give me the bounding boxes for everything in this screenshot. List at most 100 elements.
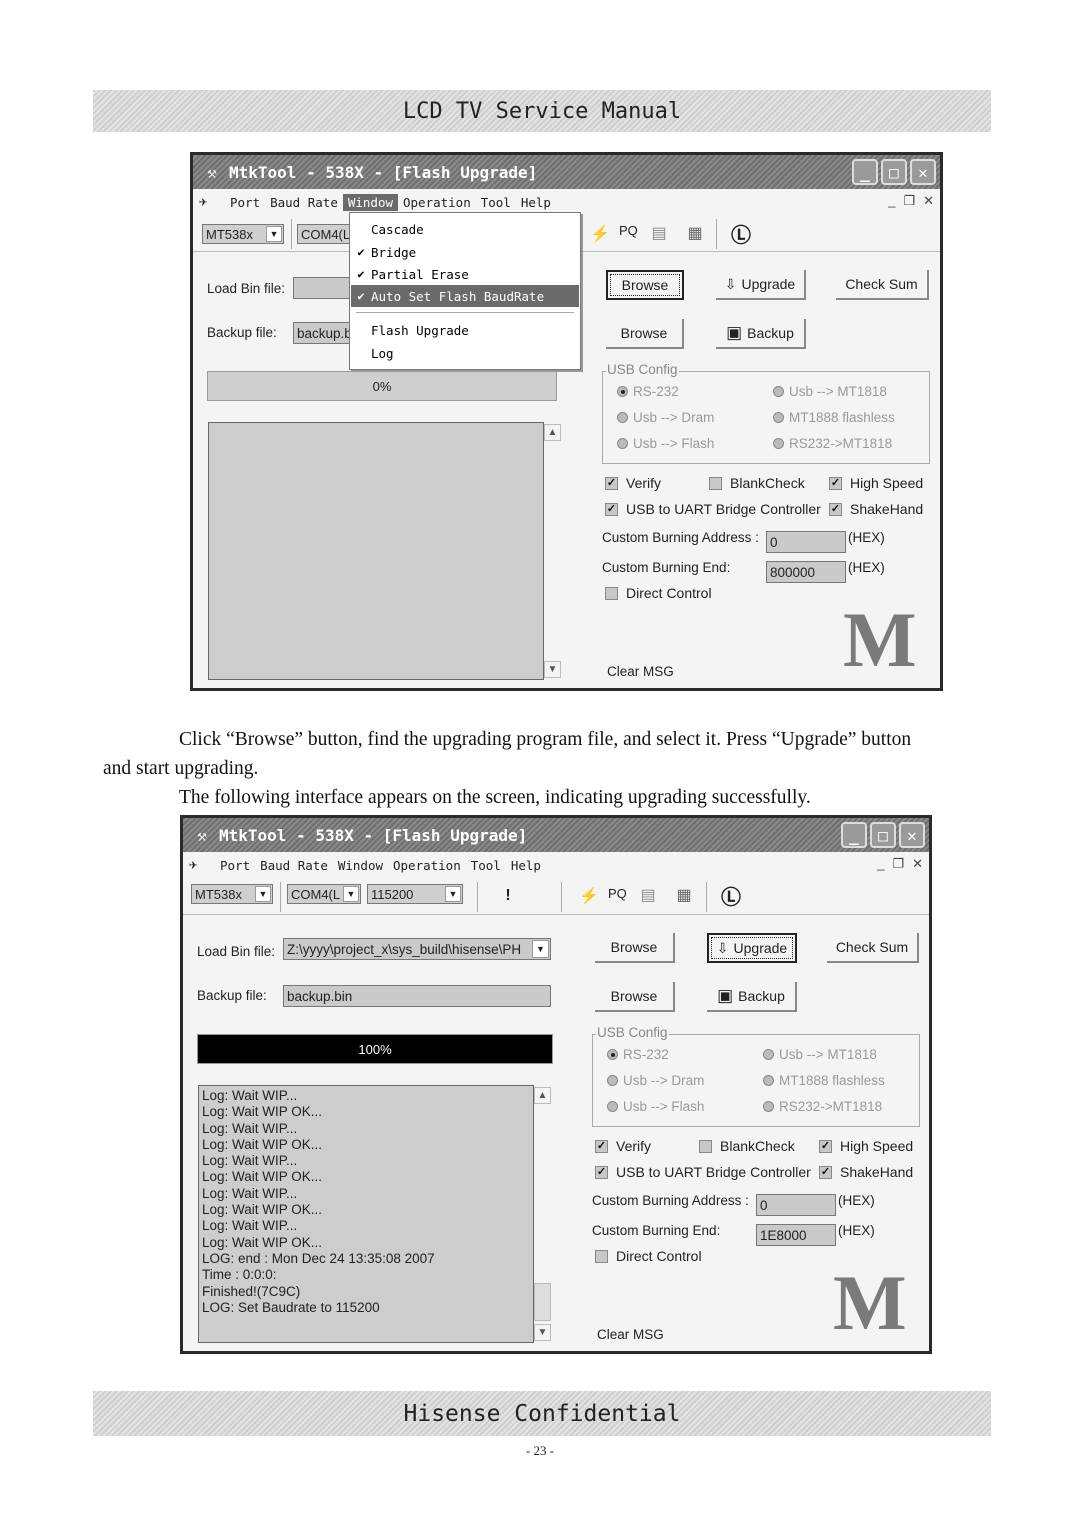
custom-address-input[interactable]: 0 bbox=[756, 1194, 836, 1216]
port-select[interactable]: COM4(L bbox=[297, 224, 357, 244]
chevron-down-icon[interactable]: ▼ bbox=[445, 886, 461, 902]
radio-usb-flash[interactable]: Usb --> Flash bbox=[607, 1099, 704, 1114]
document-icon[interactable]: ▤ bbox=[638, 883, 658, 907]
browse-backup-button[interactable]: Browse bbox=[595, 982, 675, 1012]
menu-help[interactable]: Help bbox=[506, 857, 546, 874]
notepad-icon[interactable]: ▦ bbox=[685, 221, 705, 245]
radio-usb-mt1818[interactable]: Usb --> MT1818 bbox=[773, 384, 887, 399]
menu-item-log[interactable]: Log bbox=[351, 342, 579, 364]
radio-usb-dram[interactable]: Usb --> Dram bbox=[617, 410, 714, 425]
menu-port[interactable]: Port bbox=[225, 194, 265, 211]
baud-select[interactable]: 115200 ▼ bbox=[367, 884, 463, 904]
menu-help[interactable]: Help bbox=[516, 194, 556, 211]
radio-rs232-mt1818[interactable]: RS232->MT1818 bbox=[763, 1099, 882, 1114]
mdi-restore-icon[interactable]: ❐ bbox=[892, 856, 904, 872]
chevron-down-icon[interactable]: ▼ bbox=[266, 226, 282, 242]
upgrade-button[interactable]: ⇩ Upgrade bbox=[707, 933, 797, 963]
clear-msg-button[interactable]: Clear MSG bbox=[607, 664, 674, 679]
chip-select[interactable]: MT538x ▼ bbox=[191, 884, 273, 904]
chip-select[interactable]: MT538x ▼ bbox=[202, 224, 284, 244]
notepad-icon[interactable]: ▦ bbox=[674, 883, 694, 907]
scroll-up-icon[interactable]: ▲ bbox=[544, 424, 561, 441]
clear-msg-button[interactable]: Clear MSG bbox=[597, 1327, 664, 1342]
chevron-down-icon[interactable]: ▼ bbox=[343, 886, 359, 902]
close-button[interactable]: ✕ bbox=[899, 822, 925, 848]
backup-file-input[interactable]: backup.bin bbox=[283, 985, 551, 1007]
maximize-button[interactable]: □ bbox=[870, 822, 896, 848]
menu-operation[interactable]: Operation bbox=[398, 194, 476, 211]
usb-uart-checkbox[interactable]: ✓ USB to UART Bridge Controller bbox=[605, 501, 821, 517]
direct-control-checkbox[interactable]: Direct Control bbox=[595, 1248, 702, 1264]
custom-end-input[interactable]: 800000 bbox=[766, 561, 846, 583]
menu-port[interactable]: Port bbox=[215, 857, 255, 874]
alert-button[interactable]: ! bbox=[498, 884, 518, 908]
backup-file-input[interactable]: backup.b bbox=[293, 322, 353, 344]
custom-end-input[interactable]: 1E8000 bbox=[756, 1224, 836, 1246]
browse-bin-button[interactable]: Browse bbox=[606, 270, 684, 300]
radio-mt1888-flashless[interactable]: MT1888 flashless bbox=[763, 1073, 885, 1088]
log-scrollbar[interactable]: ▲ ▼ bbox=[534, 1085, 551, 1343]
radio-rs232[interactable]: RS-232 bbox=[607, 1047, 669, 1062]
menu-operation[interactable]: Operation bbox=[388, 857, 466, 874]
radio-usb-dram[interactable]: Usb --> Dram bbox=[607, 1073, 704, 1088]
load-bin-input[interactable] bbox=[293, 277, 353, 299]
close-button[interactable]: ✕ bbox=[910, 159, 936, 185]
blankcheck-checkbox[interactable]: BlankCheck bbox=[709, 475, 805, 491]
shakehand-checkbox[interactable]: ✓ ShakeHand bbox=[829, 501, 923, 517]
minimize-button[interactable]: _ bbox=[852, 159, 878, 185]
chevron-down-icon[interactable]: ▼ bbox=[532, 940, 549, 958]
port-select[interactable]: COM4(L ▼ bbox=[287, 884, 361, 904]
log-box[interactable] bbox=[208, 422, 544, 680]
usb-uart-checkbox[interactable]: ✓ USB to UART Bridge Controller bbox=[595, 1164, 811, 1180]
menu-window[interactable]: Window bbox=[333, 857, 388, 874]
load-bin-input[interactable]: Z:\yyyy\project_x\sys_build\hisense\PH ▼ bbox=[283, 938, 551, 960]
pq-button[interactable]: PQ bbox=[608, 886, 627, 901]
menu-item-partial-erase[interactable]: ✔ Partial Erase bbox=[351, 263, 579, 285]
mdi-restore-icon[interactable]: ❐ bbox=[903, 193, 915, 209]
scroll-thumb[interactable] bbox=[534, 1283, 551, 1321]
exit-door-icon[interactable]: Ⓛ bbox=[719, 881, 743, 909]
check-sum-button[interactable]: Check Sum bbox=[827, 933, 919, 963]
log-box[interactable]: Log: Wait WIP... Log: Wait WIP OK... Log: … bbox=[198, 1085, 534, 1343]
radio-usb-mt1818[interactable]: Usb --> MT1818 bbox=[763, 1047, 877, 1062]
mdi-close-icon[interactable]: ✕ bbox=[912, 856, 923, 872]
menu-item-auto-set-flash-baudrate[interactable]: ✔ Auto Set Flash BaudRate bbox=[351, 285, 579, 307]
menu-baud-rate[interactable]: Baud Rate bbox=[265, 194, 343, 211]
log-scrollbar[interactable]: ▲ ▼ bbox=[544, 422, 561, 680]
shakehand-checkbox[interactable]: ✓ ShakeHand bbox=[819, 1164, 913, 1180]
radio-usb-flash[interactable]: Usb --> Flash bbox=[617, 436, 714, 451]
browse-bin-button[interactable]: Browse bbox=[595, 933, 675, 963]
high-speed-checkbox[interactable]: ✓ High Speed bbox=[819, 1138, 913, 1154]
lightning-icon[interactable]: ⚡ bbox=[578, 883, 600, 909]
backup-button[interactable]: ▣ Backup bbox=[707, 982, 797, 1012]
radio-rs232[interactable]: RS-232 bbox=[617, 384, 679, 399]
blankcheck-checkbox[interactable]: BlankCheck bbox=[699, 1138, 795, 1154]
verify-checkbox[interactable]: ✓ Verify bbox=[605, 475, 661, 491]
minimize-button[interactable]: _ bbox=[841, 822, 867, 848]
exit-door-icon[interactable]: Ⓛ bbox=[729, 219, 753, 247]
menu-item-cascade[interactable]: Cascade bbox=[351, 218, 579, 240]
mdi-minimize-icon[interactable]: _ bbox=[877, 856, 884, 872]
direct-control-checkbox[interactable]: Direct Control bbox=[605, 585, 712, 601]
browse-backup-button[interactable]: Browse bbox=[606, 319, 684, 349]
maximize-button[interactable]: □ bbox=[881, 159, 907, 185]
mdi-minimize-icon[interactable]: _ bbox=[888, 193, 895, 209]
menu-window[interactable]: Window bbox=[342, 193, 398, 211]
high-speed-checkbox[interactable]: ✓ High Speed bbox=[829, 475, 923, 491]
menu-tool[interactable]: Tool bbox=[476, 194, 516, 211]
chevron-down-icon[interactable]: ▼ bbox=[255, 886, 271, 902]
upgrade-button[interactable]: ⇩ Upgrade bbox=[716, 270, 806, 300]
lightning-icon[interactable]: ⚡ bbox=[589, 221, 611, 247]
pq-button[interactable]: PQ bbox=[619, 223, 638, 238]
scroll-down-icon[interactable]: ▼ bbox=[534, 1324, 551, 1341]
document-icon[interactable]: ▤ bbox=[649, 221, 669, 245]
backup-button[interactable]: ▣ Backup bbox=[716, 319, 806, 349]
custom-address-input[interactable]: 0 bbox=[766, 531, 846, 553]
radio-rs232-mt1818[interactable]: RS232->MT1818 bbox=[773, 436, 892, 451]
check-sum-button[interactable]: Check Sum bbox=[836, 270, 929, 300]
menu-baud-rate[interactable]: Baud Rate bbox=[255, 857, 333, 874]
mdi-close-icon[interactable]: ✕ bbox=[923, 193, 934, 209]
menu-item-flash-upgrade[interactable]: Flash Upgrade bbox=[351, 319, 579, 341]
scroll-down-icon[interactable]: ▼ bbox=[544, 661, 561, 678]
scroll-up-icon[interactable]: ▲ bbox=[534, 1087, 551, 1104]
